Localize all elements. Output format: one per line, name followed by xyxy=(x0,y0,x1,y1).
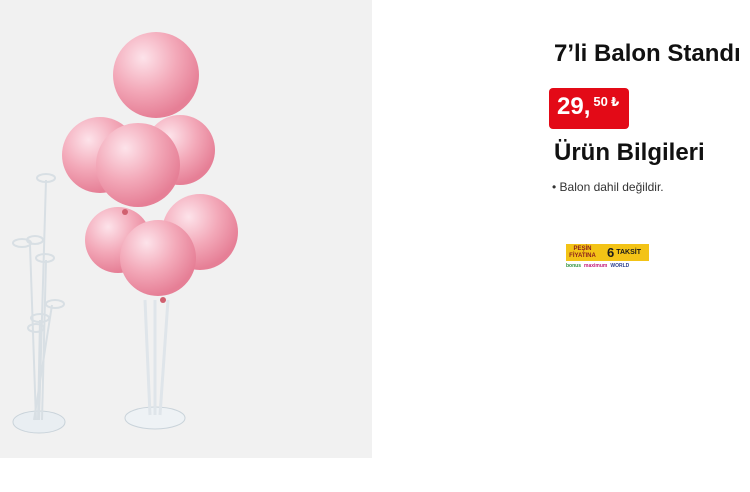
price-badge: 29, 50 ₺ xyxy=(549,88,629,129)
info-item: Balon dahil değildir. xyxy=(552,180,664,194)
taksit-count: 6 xyxy=(607,245,615,260)
pesin-label: PEŞİN FİYATINA xyxy=(566,244,599,261)
pesin-line1: PEŞİN xyxy=(573,246,592,252)
brand-world-logo: WORLD xyxy=(610,263,630,269)
product-info-list: Balon dahil değildir. xyxy=(552,180,664,194)
installment-badge: PEŞİN FİYATINA 6 TAKSİT bonus maximum WO… xyxy=(566,244,652,272)
price-fraction: 50 xyxy=(593,94,608,109)
product-title: 7’li Balon Standı xyxy=(554,40,741,67)
balloon-stand-illustration xyxy=(12,32,238,434)
taksit-label: 6 TAKSİT xyxy=(599,244,649,261)
product-info-heading: Ürün Bilgileri xyxy=(554,139,705,166)
price-main: 29, xyxy=(557,93,591,120)
taksit-word: TAKSİT xyxy=(616,249,641,256)
currency-symbol: ₺ xyxy=(610,95,620,109)
brand-bonus-logo: bonus xyxy=(566,263,581,269)
pesin-line2: FİYATINA xyxy=(569,253,596,259)
product-image[interactable] xyxy=(0,0,372,458)
card-brands: bonus maximum WORLD xyxy=(566,263,652,269)
brand-maximum-logo: maximum xyxy=(584,263,608,269)
